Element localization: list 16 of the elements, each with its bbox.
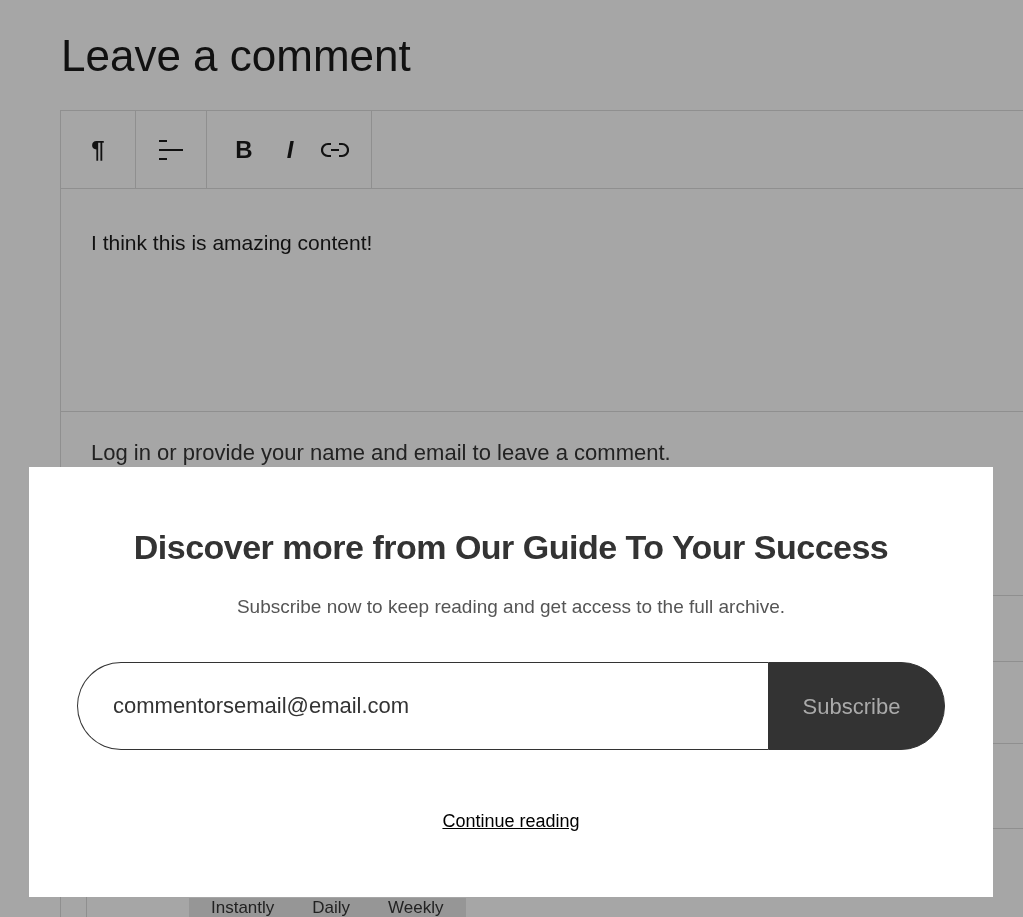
frequency-tab[interactable]: Weekly [388, 899, 444, 917]
email-field[interactable]: commentorsemail@email.com [77, 662, 768, 750]
continue-reading-link[interactable]: Continue reading [442, 808, 580, 835]
link-icon[interactable] [321, 140, 349, 159]
align-icon[interactable] [158, 137, 184, 162]
subscribe-button[interactable]: Subscribe [768, 662, 945, 750]
format-button[interactable]: ¶ [83, 134, 113, 165]
modal-title: Discover more from Our Guide To Your Success [133, 527, 889, 568]
frequency-tab[interactable]: Instantly [211, 899, 275, 917]
modal-subtitle: Subscribe now to keep reading and get access to the full archive. [236, 595, 786, 619]
format-button[interactable]: B [229, 134, 259, 165]
frequency-tab[interactable]: Daily [312, 899, 351, 917]
login-prompt: Log in or provide your name and email to leave a comment. [91, 439, 672, 467]
comment-text: I think this is amazing content! [91, 230, 374, 256]
page-heading: Leave a comment [61, 30, 412, 82]
format-button[interactable]: I [275, 134, 305, 165]
